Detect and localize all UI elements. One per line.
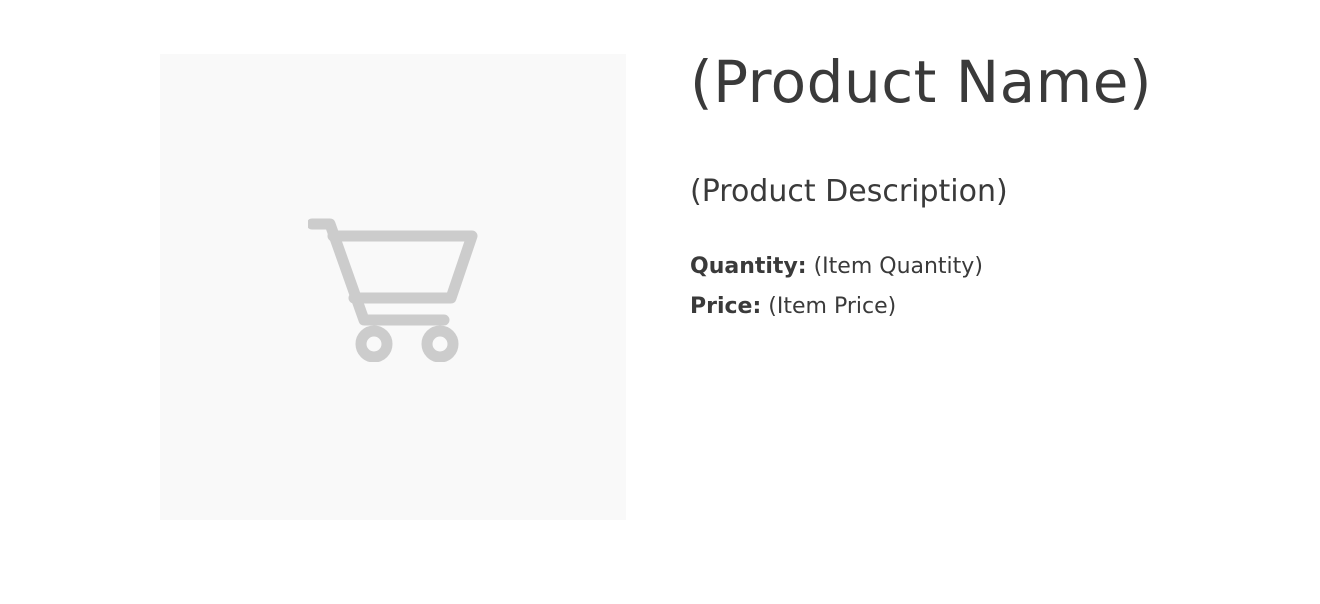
quantity-label: Quantity: (690, 254, 807, 279)
price-label: Price: (690, 294, 762, 319)
quantity-row: Quantity: (Item Quantity) (690, 252, 983, 282)
product-image (160, 54, 626, 520)
product-details: (Product Name) (Product Description) Qua… (690, 40, 1290, 319)
price-value: (Item Price) (768, 294, 897, 319)
product-name: (Product Name) (690, 48, 1153, 116)
product-page: (Product Name) (Product Description) Qua… (0, 0, 1320, 604)
shopping-cart-icon (308, 218, 478, 362)
product-description: (Product Description) (690, 174, 1008, 209)
price-row: Price: (Item Price) (690, 292, 896, 322)
quantity-value: (Item Quantity) (813, 254, 983, 279)
